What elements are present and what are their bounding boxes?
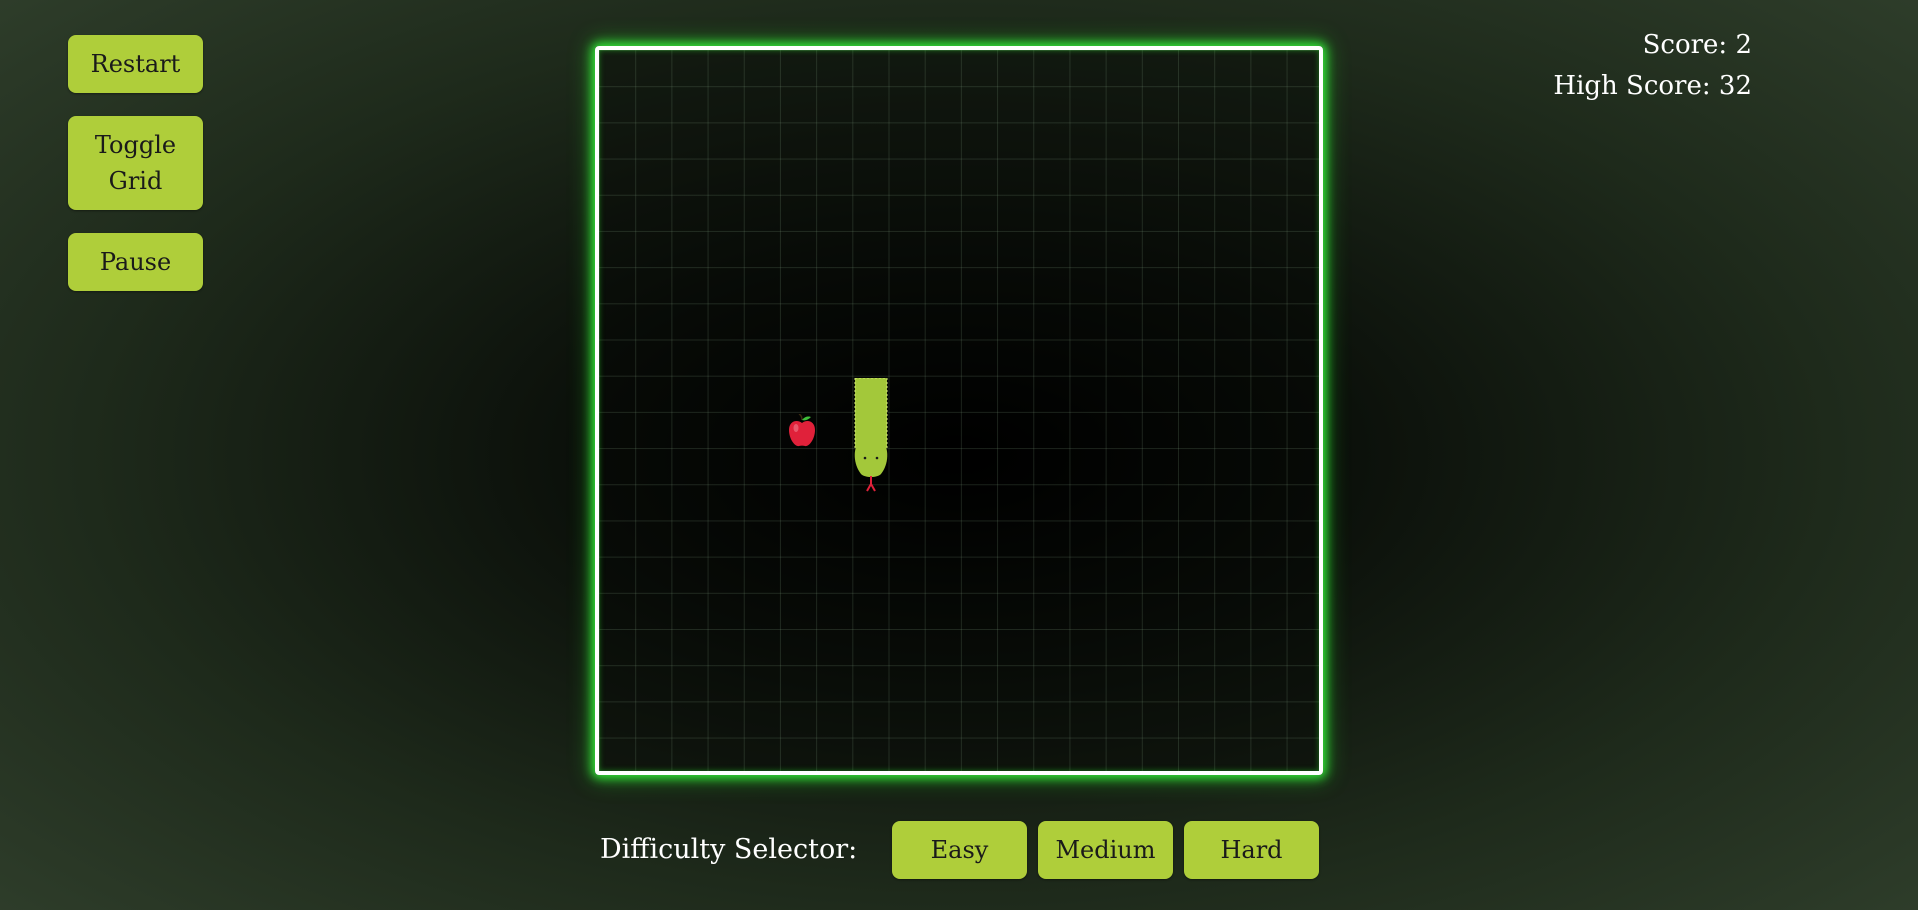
restart-button[interactable]: Restart [68, 35, 203, 93]
high-score-value: 32 [1718, 71, 1752, 101]
pause-button[interactable]: Pause [68, 233, 203, 291]
toggle-grid-button[interactable]: Toggle Grid [68, 116, 203, 210]
score-display: Score: 2 [1643, 30, 1752, 60]
difficulty-hard-button[interactable]: Hard [1184, 821, 1319, 879]
apple-icon [789, 414, 815, 447]
difficulty-label: Difficulty Selector: [600, 834, 858, 865]
snake-head [854, 442, 888, 492]
difficulty-medium-button[interactable]: Medium [1038, 821, 1173, 879]
high-score-display: High Score: 32 [1553, 71, 1752, 101]
difficulty-easy-button[interactable]: Easy [892, 821, 1027, 879]
score-label: Score: [1642, 30, 1728, 60]
high-score-label: High Score: [1553, 71, 1711, 101]
snake [854, 378, 888, 492]
snake-body [855, 378, 887, 448]
score-value: 2 [1735, 30, 1752, 60]
game-board[interactable] [595, 46, 1323, 775]
